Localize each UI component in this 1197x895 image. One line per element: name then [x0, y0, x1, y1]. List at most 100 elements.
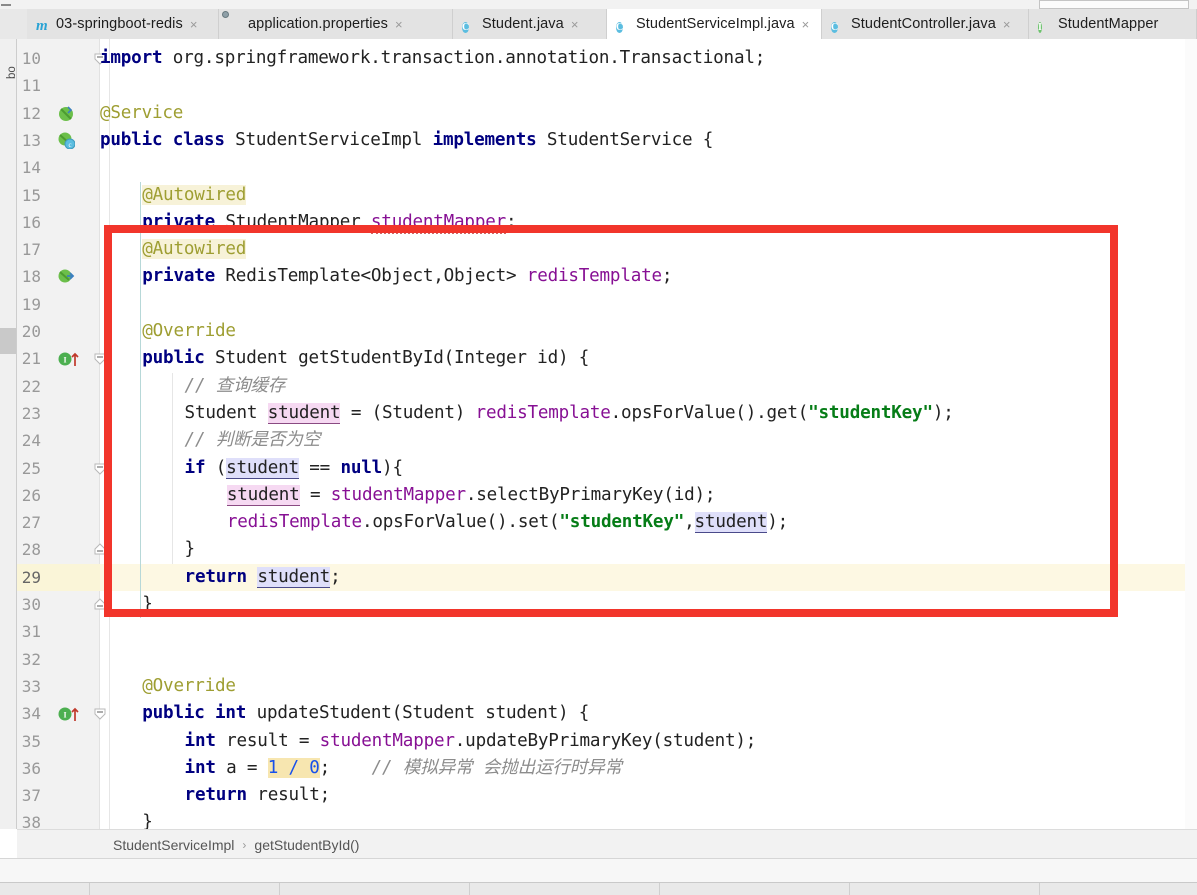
code-token: StudentMapper: [215, 211, 371, 232]
code-line[interactable]: @Service: [100, 100, 183, 127]
taskbar-item-6[interactable]: [850, 883, 1040, 895]
code-token: @Override: [142, 321, 236, 341]
code-editor[interactable]: 10 11 12 13 c 14 15 16 17 18 19 20 21 I 22 23 24 25 26 27 28…: [17, 39, 1197, 829]
editor-tab-2[interactable]: C Student.java ×: [453, 9, 607, 39]
implements-method-icon[interactable]: I: [58, 350, 82, 367]
code-line[interactable]: @Autowired: [142, 236, 246, 263]
close-icon[interactable]: ×: [571, 18, 579, 31]
editor-tab-label: 03-springboot-redis: [56, 16, 183, 32]
spring-bean-icon[interactable]: [58, 105, 75, 122]
code-line[interactable]: public Student getStudentById(Integer id…: [142, 345, 589, 372]
scrollbar-thumb[interactable]: [0, 328, 16, 354]
code-token: student: [694, 512, 768, 534]
code-line[interactable]: @Autowired: [142, 182, 246, 209]
search-everywhere-field[interactable]: [1039, 0, 1189, 9]
code-line[interactable]: private StudentMapper studentMapper;: [142, 209, 517, 236]
code-token: "studentKey": [808, 402, 933, 423]
code-line[interactable]: @Override: [142, 673, 236, 700]
code-line[interactable]: Student student = (Student) redisTemplat…: [185, 400, 954, 427]
code-token: .opsForValue().set(: [361, 512, 560, 533]
close-icon[interactable]: ×: [395, 18, 403, 31]
line-number: 38: [21, 813, 41, 829]
editor-tab-label: Student.java: [482, 16, 564, 32]
line-number: 29: [21, 567, 41, 587]
code-line[interactable]: import org.springframework.transaction.a…: [100, 45, 765, 72]
code-line[interactable]: if (student == null){: [185, 455, 403, 482]
taskbar-item-4[interactable]: [470, 883, 660, 895]
breadcrumb-item-0[interactable]: StudentServiceImpl: [113, 837, 234, 853]
svg-text:c: c: [68, 141, 71, 149]
code-token: Student getStudentById(Integer id) {: [204, 348, 590, 369]
editor-tab-3[interactable]: C StudentServiceImpl.java ×: [607, 9, 822, 39]
code-token: studentMapper: [370, 211, 507, 234]
editor-code-area[interactable]: import org.springframework.transaction.a…: [100, 39, 1197, 829]
line-number: 19: [21, 294, 41, 314]
code-line[interactable]: // 查询缓存: [185, 373, 286, 400]
left-tool-window-strip[interactable]: bo: [0, 39, 18, 829]
code-line[interactable]: return result;: [185, 782, 331, 809]
code-line[interactable]: }: [142, 591, 153, 618]
line-number: 23: [21, 403, 41, 423]
code-token: = (Student): [340, 402, 476, 423]
line-number: 36: [21, 758, 41, 778]
line-number: 20: [21, 322, 41, 341]
line-number: 33: [21, 676, 41, 696]
editor-tab-5[interactable]: I StudentMapper: [1029, 9, 1197, 39]
code-line[interactable]: }: [185, 536, 196, 563]
breadcrumb[interactable]: StudentServiceImpl › getStudentById(): [17, 829, 1197, 859]
code-line[interactable]: int a = 1 / 0; // 模拟异常 会抛出运行时异常: [185, 755, 622, 782]
implements-method-icon[interactable]: I: [58, 705, 82, 722]
close-icon[interactable]: ×: [1003, 18, 1011, 31]
editor-tab-bar[interactable]: m 03-springboot-redis × application.propert…: [0, 9, 1197, 40]
code-token: implements: [432, 129, 537, 150]
close-icon[interactable]: ×: [190, 18, 198, 31]
code-token: 1 / 0: [267, 757, 320, 778]
code-token: public class: [100, 129, 225, 150]
code-token: return: [184, 785, 248, 806]
line-number: 27: [21, 513, 41, 533]
editor-tab-1[interactable]: application.properties ×: [219, 9, 453, 39]
java-class-icon: C: [831, 21, 839, 33]
line-number: 24: [21, 431, 41, 451]
breadcrumb-item-1[interactable]: getStudentById(): [254, 837, 359, 853]
code-token: redisTemplate: [475, 402, 611, 423]
close-icon[interactable]: ×: [802, 18, 810, 31]
taskbar-item-2[interactable]: [90, 883, 280, 895]
editor-tab-label: StudentMapper: [1058, 16, 1159, 32]
code-line[interactable]: private RedisTemplate<Object,Object> red…: [142, 263, 672, 290]
code-token: result;: [246, 785, 331, 806]
code-token: // 判断是否为空: [184, 430, 321, 451]
code-token: "studentKey": [559, 512, 685, 533]
spring-bean-class-icon[interactable]: c: [58, 132, 76, 150]
code-line[interactable]: redisTemplate.opsForValue().set("student…: [227, 509, 788, 536]
code-line[interactable]: return student;: [185, 564, 341, 591]
taskbar-item-1[interactable]: [0, 883, 90, 895]
code-line[interactable]: public int updateStudent(Student student…: [142, 700, 589, 727]
code-token: ;: [506, 211, 517, 232]
line-number: 22: [21, 376, 41, 396]
indent-guide: [172, 372, 173, 564]
code-line[interactable]: @Override: [142, 318, 236, 345]
error-stripe-marker-panel[interactable]: [1185, 39, 1197, 829]
spring-bean-autowire-icon[interactable]: [58, 268, 75, 285]
code-line[interactable]: public class StudentServiceImpl implemen…: [100, 127, 713, 154]
line-number: 28: [21, 540, 41, 560]
code-line[interactable]: int result = studentMapper.updateByPrima…: [185, 728, 757, 755]
taskbar-item-3[interactable]: [280, 883, 470, 895]
code-token: ,: [684, 512, 695, 533]
code-line[interactable]: }: [142, 809, 153, 829]
editor-gutter[interactable]: 10 11 12 13 c 14 15 16 17 18 19 20 21 I 22 23 24 25 26 27 28…: [17, 39, 106, 829]
maven-module-icon: m: [36, 17, 48, 34]
editor-tab-4[interactable]: C StudentController.java ×: [822, 9, 1029, 39]
code-token: }: [142, 812, 153, 829]
svg-text:I: I: [63, 356, 66, 365]
code-line[interactable]: // 判断是否为空: [185, 427, 321, 454]
code-token: student: [226, 484, 300, 506]
code-token: );: [932, 402, 954, 423]
code-token: student: [257, 566, 331, 588]
code-token: @Override: [142, 675, 236, 696]
taskbar-item-5[interactable]: [660, 883, 850, 895]
code-token: // 查询缓存: [184, 375, 286, 396]
editor-tab-0[interactable]: m 03-springboot-redis ×: [27, 9, 219, 39]
code-line[interactable]: student = studentMapper.selectByPrimaryK…: [226, 482, 715, 509]
